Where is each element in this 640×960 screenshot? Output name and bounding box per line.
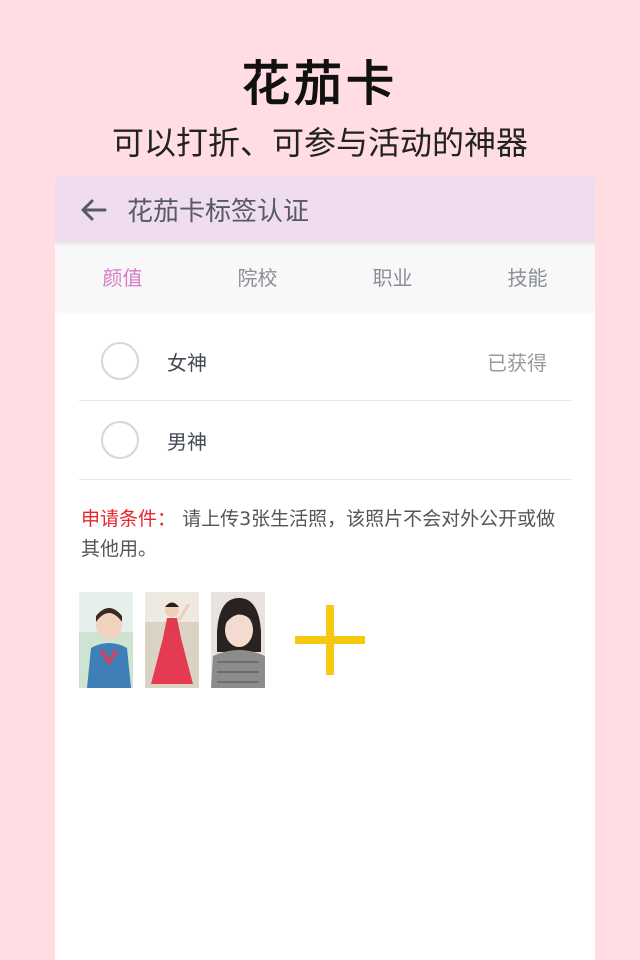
photo-2-image [145,592,199,688]
photo-3-image [211,592,265,688]
page-title: 花茄卡标签认证 [127,197,310,227]
application-conditions: 申请条件： 请上传3张生活照，该照片不会对外公开或做其他用。 [81,504,569,564]
photo-1-image [79,592,133,688]
add-photo-button[interactable] [295,605,365,675]
promo-subtitle: 可以打折、可参与活动的神器 [111,124,528,162]
radio-god[interactable] [101,421,139,459]
tag-label: 女神 [167,350,207,375]
arrow-left-icon [81,199,107,220]
photo-3[interactable] [211,592,265,688]
tag-list: 女神 已获得 男神 [79,322,571,480]
tag-status: 已获得 [487,350,547,375]
tag-row-god[interactable]: 男神 [79,401,571,480]
promo-title: 花茄卡 [241,56,398,112]
conditions-label: 申请条件： [81,508,177,530]
tag-label: 男神 [167,429,207,454]
tab-bar: 颜值 院校 职业 技能 [55,242,595,310]
plus-icon-vertical [326,605,334,675]
photo-1[interactable] [79,592,133,688]
tab-school[interactable]: 院校 [190,262,325,291]
tab-appearance[interactable]: 颜值 [55,262,190,291]
photo-list [79,592,595,688]
tab-skills[interactable]: 技能 [460,262,595,291]
app-bar: 花茄卡标签认证 [55,177,595,242]
tag-row-goddess[interactable]: 女神 已获得 [79,322,571,401]
photo-2[interactable] [145,592,199,688]
back-button[interactable] [73,190,113,230]
tab-occupation[interactable]: 职业 [325,262,460,291]
radio-goddess[interactable] [101,342,139,380]
phone-screen: 花茄卡标签认证 颜值 院校 职业 技能 女神 已获得 男神 申请条件： 请上传3… [55,177,595,960]
